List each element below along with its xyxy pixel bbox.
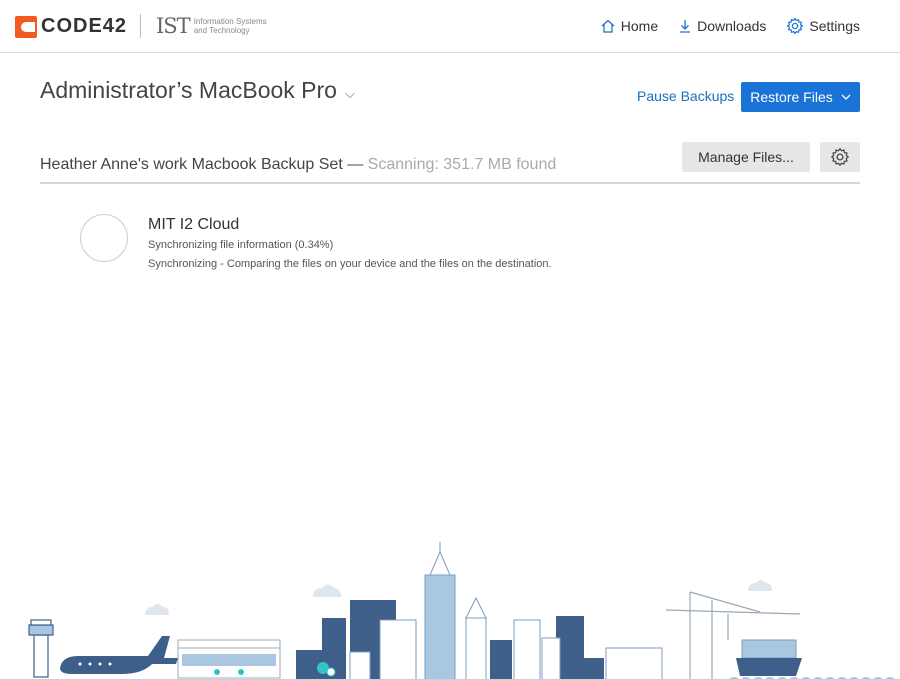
pause-backups-link[interactable]: Pause Backups [637, 88, 734, 104]
restore-files-button[interactable]: Restore Files [741, 82, 860, 112]
chevron-down-icon [841, 94, 851, 100]
control-tower [28, 619, 54, 678]
app-header: CODE42 IST Information Systems and Techn… [0, 0, 900, 53]
nav-settings[interactable]: Settings [786, 17, 860, 35]
progress-spinner [80, 214, 128, 262]
terminal-building [177, 639, 281, 679]
section-divider [40, 182, 860, 184]
code42-logo: CODE42 [15, 15, 127, 38]
nav-downloads-label: Downloads [697, 18, 767, 34]
download-icon [680, 20, 691, 33]
cargo-ship [736, 639, 802, 676]
gear-icon [787, 17, 804, 35]
destination-progress-text: Synchronizing file information (0.34%) [148, 239, 334, 251]
ist-text: Information Systems and Technology [193, 17, 267, 35]
top-nav: Home Downloads Settings [600, 17, 860, 35]
backup-set-settings-button[interactable] [820, 142, 860, 172]
restore-files-label: Restore Files [750, 89, 833, 105]
nav-home[interactable]: Home [600, 18, 658, 34]
device-title: Administrator’s MacBook Pro [40, 77, 337, 103]
logo-separator [140, 14, 141, 38]
destination-status-text: Synchronizing - Comparing the files on y… [148, 258, 552, 270]
destination-name: MIT I2 Cloud [148, 216, 240, 233]
city-skyline-illustration [0, 542, 900, 680]
code42-logo-icon [15, 15, 37, 38]
ist-logo: IST Information Systems and Technology [156, 14, 274, 38]
ist-mark: IST [156, 14, 191, 38]
airplane [60, 636, 178, 674]
device-selector[interactable]: Administrator’s MacBook Pro ⌵ [40, 77, 355, 104]
backup-set-title: Heather Anne's work Macbook Backup Set —… [40, 156, 556, 174]
chevron-down-icon: ⌵ [344, 85, 355, 101]
backup-set-status: Scanning: 351.7 MB found [367, 156, 557, 173]
nav-home-label: Home [620, 18, 659, 34]
backup-set-name: Heather Anne's work Macbook Backup Set — [40, 156, 364, 173]
gear-icon [831, 148, 849, 166]
home-icon [601, 19, 615, 33]
nav-settings-label: Settings [809, 18, 860, 34]
nav-downloads[interactable]: Downloads [678, 18, 766, 34]
manage-files-button[interactable]: Manage Files... [682, 142, 810, 172]
logo-text: CODE42 [41, 15, 128, 37]
